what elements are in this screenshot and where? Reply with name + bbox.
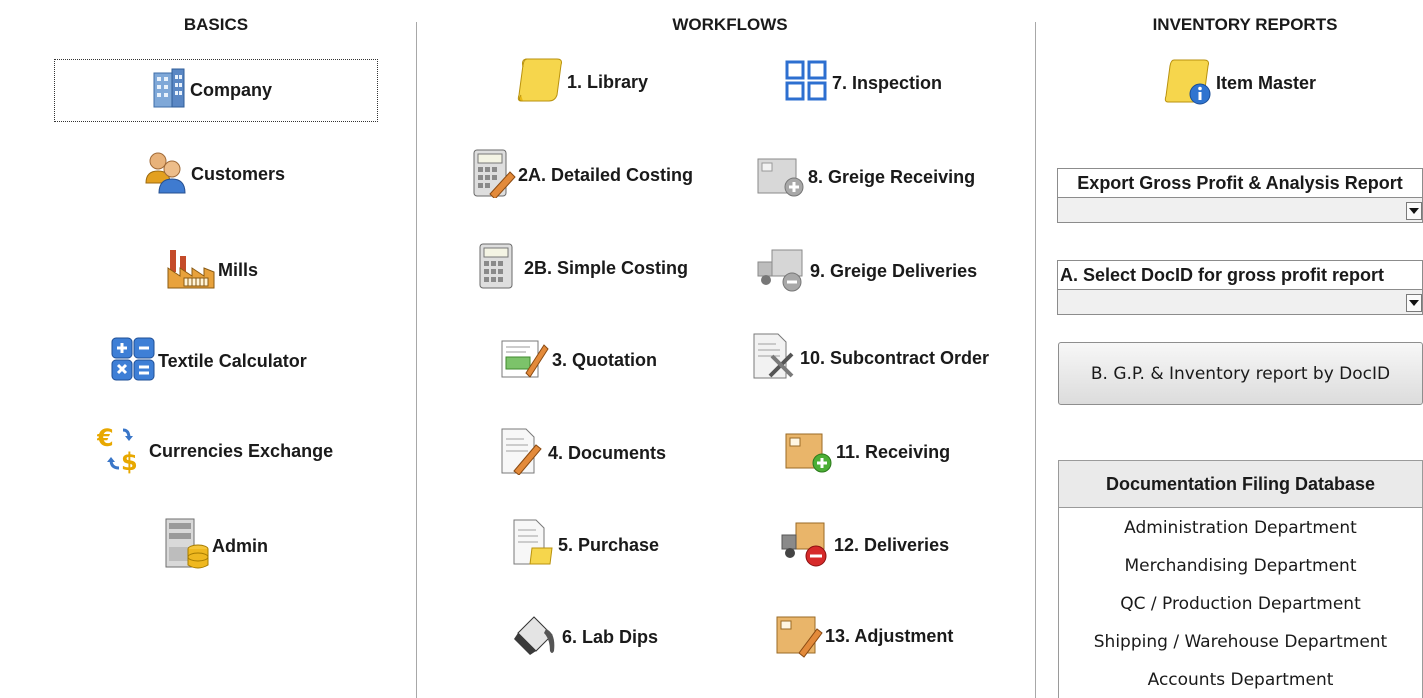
documents-button[interactable]: 4. Documents — [500, 428, 666, 478]
paint-bucket-icon — [512, 611, 560, 664]
svg-text:€: € — [97, 424, 114, 452]
textile-calculator-label: Textile Calculator — [158, 350, 307, 371]
quotation-button[interactable]: 3. Quotation — [500, 335, 657, 385]
grid-icon — [784, 59, 830, 108]
chevron-down-icon[interactable] — [1406, 202, 1422, 220]
chevron-down-icon[interactable] — [1406, 294, 1422, 312]
select-docid-label: A. Select DocID for gross profit report — [1057, 260, 1423, 290]
scroll-info-icon — [1164, 56, 1214, 111]
lab-dips-label: 6. Lab Dips — [562, 626, 659, 647]
greige-receiving-label: 8. Greige Receiving — [808, 166, 976, 187]
calculator-icon — [478, 242, 518, 295]
users-icon — [143, 149, 189, 200]
box-edit-icon — [775, 609, 823, 664]
company-label: Company — [189, 80, 272, 100]
inspection-button[interactable]: 7. Inspection — [784, 60, 942, 106]
select-docid-dropdown[interactable] — [1057, 289, 1423, 315]
calculator-pencil-icon — [472, 148, 516, 203]
purchase-label: 5. Purchase — [558, 534, 660, 555]
export-gp-label: Export Gross Profit & Analysis Report — [1057, 168, 1423, 198]
currencies-exchange-button[interactable]: € $ Currencies Exchange — [96, 424, 334, 479]
documentation-title: Documentation Filing Database — [1058, 460, 1423, 508]
scroll-icon — [517, 55, 565, 110]
divider-left — [416, 22, 417, 698]
customers-button[interactable]: Customers — [143, 150, 285, 198]
receiving-button[interactable]: 11. Receiving — [784, 427, 950, 477]
greige-deliveries-button[interactable]: 9. Greige Deliveries — [756, 246, 977, 296]
purchase-document-icon — [512, 518, 556, 573]
inventory-reports-header: INVENTORY REPORTS — [1152, 15, 1338, 34]
detailed-costing-button[interactable]: 2A. Detailed Costing — [472, 148, 694, 203]
lab-dips-button[interactable]: 6. Lab Dips — [512, 612, 658, 662]
detailed-costing-label: 2A. Detailed Costing — [518, 164, 694, 185]
quotation-label: 3. Quotation — [552, 349, 657, 370]
greige-receiving-button[interactable]: 8. Greige Receiving — [756, 152, 975, 202]
mills-button[interactable]: Mills — [166, 246, 258, 294]
truck-remove-gray-icon — [756, 246, 808, 297]
document-edit-icon — [500, 427, 546, 480]
box-add-icon — [784, 426, 834, 479]
documentation-list: Administration Department Merchandising … — [1058, 508, 1423, 698]
department-qc-production[interactable]: QC / Production Department — [1059, 594, 1422, 614]
adjustment-label: 13. Adjustment — [825, 625, 954, 646]
purchase-button[interactable]: 5. Purchase — [512, 518, 660, 573]
admin-button[interactable]: Admin — [164, 518, 268, 574]
deliveries-button[interactable]: 12. Deliveries — [780, 520, 949, 570]
basics-header: BASICS — [183, 15, 249, 34]
factory-icon — [166, 246, 216, 295]
currencies-exchange-label: Currencies Exchange — [149, 440, 334, 461]
quotation-edit-icon — [500, 335, 550, 386]
documents-label: 4. Documents — [548, 442, 667, 463]
library-label: 1. Library — [567, 71, 649, 92]
simple-costing-label: 2B. Simple Costing — [524, 257, 689, 278]
box-add-gray-icon — [756, 151, 806, 204]
department-merchandising[interactable]: Merchandising Department — [1059, 556, 1422, 576]
department-administration[interactable]: Administration Department — [1059, 518, 1422, 538]
divider-right — [1035, 22, 1036, 698]
currency-exchange-icon: € $ — [96, 424, 147, 479]
truck-remove-icon — [780, 519, 832, 572]
department-accounts[interactable]: Accounts Department — [1059, 670, 1422, 690]
simple-costing-button[interactable]: 2B. Simple Costing — [478, 243, 688, 293]
mills-label: Mills — [218, 259, 259, 280]
inspection-label: 7. Inspection — [832, 72, 943, 93]
export-gp-dropdown[interactable] — [1057, 197, 1423, 223]
receiving-label: 11. Receiving — [836, 441, 951, 462]
svg-text:$: $ — [121, 448, 138, 474]
admin-label: Admin — [212, 535, 268, 556]
document-tools-icon — [752, 332, 798, 385]
item-master-button[interactable]: Item Master — [1164, 58, 1316, 108]
greige-deliveries-label: 9. Greige Deliveries — [810, 260, 978, 281]
deliveries-label: 12. Deliveries — [834, 534, 950, 555]
item-master-label: Item Master — [1216, 72, 1317, 93]
library-button[interactable]: 1. Library — [517, 57, 648, 107]
textile-calculator-button[interactable]: Textile Calculator — [110, 337, 307, 385]
customers-label: Customers — [191, 163, 286, 184]
department-shipping-warehouse[interactable]: Shipping / Warehouse Department — [1059, 632, 1422, 652]
workflows-header: WORKFLOWS — [672, 15, 788, 34]
server-database-icon — [164, 517, 210, 576]
calculator-icon — [110, 336, 156, 387]
adjustment-button[interactable]: 13. Adjustment — [775, 610, 953, 662]
subcontract-order-label: 10. Subcontract Order — [800, 347, 990, 368]
subcontract-order-button[interactable]: 10. Subcontract Order — [752, 333, 989, 383]
building-icon — [150, 67, 188, 114]
gp-inventory-report-button[interactable]: B. G.P. & Inventory report by DocID — [1058, 342, 1423, 405]
company-button[interactable]: Company — [54, 59, 378, 122]
